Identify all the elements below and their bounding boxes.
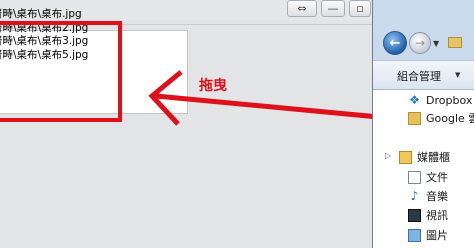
back-button[interactable]: ← <box>383 31 407 55</box>
history-dropdown-icon[interactable]: ▼ <box>433 39 439 48</box>
restore-icon: ▫ <box>356 2 364 15</box>
expand-arrow-icon[interactable]: ▷ <box>385 151 391 160</box>
swap-horizontal-icon: ⇔ <box>297 2 307 15</box>
nav-item-label: 文件 <box>426 171 448 184</box>
dropbox-icon: ❖ <box>409 93 420 107</box>
nav-item-label: Dropbox <box>426 94 473 107</box>
minimize-button[interactable]: — <box>321 0 345 17</box>
address-folder-icon <box>448 37 462 48</box>
music-icon: ♪ <box>410 189 419 203</box>
google-drive-folder-icon <box>408 112 421 125</box>
nav-item-label: 音樂 <box>426 190 448 203</box>
video-icon <box>408 209 421 222</box>
library-icon <box>399 151 412 164</box>
nav-item-label: 圖片 <box>426 229 448 242</box>
navigation-bar: ← → ▼ <box>373 26 474 60</box>
file-path-item: 督畤\桌布\桌布.jpg <box>0 8 82 20</box>
pictures-icon <box>408 229 421 242</box>
navigation-pane: ❖ Dropbox Google 雲 ▷ 媒體櫃 文件 ♪ 音樂 視訊 圖片 <box>373 90 474 248</box>
explorer-window[interactable]: ← → ▼ 組合管理 ▼ ❖ Dropbox Google 雲 ▷ 媒體櫃 文件… <box>372 0 474 248</box>
drag-label: 拖曳 <box>199 78 227 94</box>
nav-item-label: Google 雲 <box>426 112 474 125</box>
documents-icon <box>408 171 421 184</box>
nav-item-label: 視訊 <box>426 209 448 222</box>
back-arrow-icon: ← <box>389 35 401 51</box>
nav-item-label: 媒體櫃 <box>417 151 450 164</box>
restore-button[interactable]: ▫ <box>349 0 371 17</box>
chevron-down-icon: ▼ <box>455 71 461 79</box>
highlight-box <box>0 21 122 122</box>
forward-button[interactable]: → <box>409 32 431 54</box>
minimize-icon: — <box>327 2 339 15</box>
organize-button[interactable]: 組合管理 <box>397 68 441 84</box>
command-bar: 組合管理 ▼ <box>373 60 474 90</box>
forward-arrow-icon: → <box>414 36 426 50</box>
swap-button[interactable]: ⇔ <box>287 0 317 17</box>
